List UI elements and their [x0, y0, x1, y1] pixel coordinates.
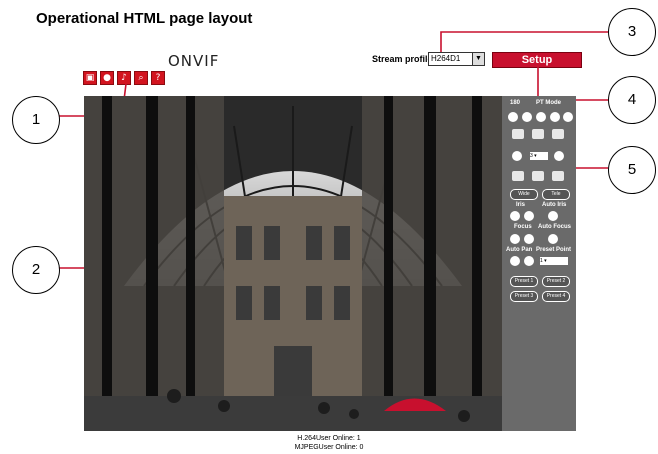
focus-label: Focus	[514, 224, 532, 230]
ptz-control-panel: 180 PT Mode 3 ▾ Wide Tele Iris Auto Iris…	[502, 96, 576, 431]
callout-3-line	[440, 31, 608, 52]
tele-button[interactable]: Tele	[542, 189, 570, 200]
preset-point-label: Preset Point	[536, 247, 572, 253]
iris-close-button[interactable]	[524, 211, 534, 221]
mode-2-button[interactable]	[536, 112, 546, 122]
iris-open-button[interactable]	[510, 211, 520, 221]
pan-up-button[interactable]	[532, 129, 544, 139]
mjpeg-online-status: MJPEGUser Online: 0	[294, 444, 364, 451]
auto-pan-label: Auto Pan	[506, 247, 533, 253]
pan-down-right-button[interactable]	[552, 171, 564, 181]
pan-down-left-button[interactable]	[512, 171, 524, 181]
mode-3-button[interactable]	[550, 112, 560, 122]
pan-up-right-button[interactable]	[552, 129, 564, 139]
callout-4-line	[537, 66, 608, 101]
auto-pan-start-button[interactable]	[510, 256, 520, 266]
speed-value: 3	[530, 153, 533, 159]
mode-grid-button[interactable]	[522, 112, 532, 122]
rotate-button[interactable]	[508, 112, 518, 122]
auto-pan-stop-button[interactable]	[524, 256, 534, 266]
callout-5: 5	[608, 146, 656, 194]
callout-5-line	[574, 150, 608, 169]
mode-4-button[interactable]	[563, 112, 573, 122]
auto-iris-label: Auto Iris	[542, 202, 567, 208]
auto-iris-button[interactable]	[548, 211, 558, 221]
callout-3: 3	[608, 8, 656, 56]
pt-mode-label: PT Mode	[536, 100, 561, 106]
focus-near-button[interactable]	[510, 234, 520, 244]
live-video-view[interactable]	[84, 96, 502, 431]
pan-left-button[interactable]	[512, 151, 522, 161]
pan-down-button[interactable]	[532, 171, 544, 181]
preset-point-select[interactable]: 1 ▾	[540, 257, 568, 265]
h264-online-status: H.264User Online: 1	[297, 435, 361, 442]
callout-4: 4	[608, 76, 656, 124]
rotation-label: 180	[510, 100, 521, 106]
preset-3-button[interactable]: Preset 3	[510, 291, 538, 302]
auto-focus-button[interactable]	[548, 234, 558, 244]
speed-select[interactable]: 3 ▾	[530, 152, 548, 160]
auto-focus-label: Auto Focus	[538, 224, 571, 230]
preset-point-value: 1	[540, 258, 543, 264]
preset-2-button[interactable]: Preset 2	[542, 276, 570, 287]
preset-4-button[interactable]: Preset 4	[542, 291, 570, 302]
callout-2: 2	[12, 246, 60, 294]
wide-button[interactable]: Wide	[510, 189, 538, 200]
iris-label: Iris	[516, 202, 526, 208]
preset-1-button[interactable]: Preset 1	[510, 276, 538, 287]
focus-far-button[interactable]	[524, 234, 534, 244]
pan-up-left-button[interactable]	[512, 129, 524, 139]
camera-image	[84, 96, 502, 431]
callout-1: 1	[12, 96, 60, 144]
pan-right-button[interactable]	[554, 151, 564, 161]
